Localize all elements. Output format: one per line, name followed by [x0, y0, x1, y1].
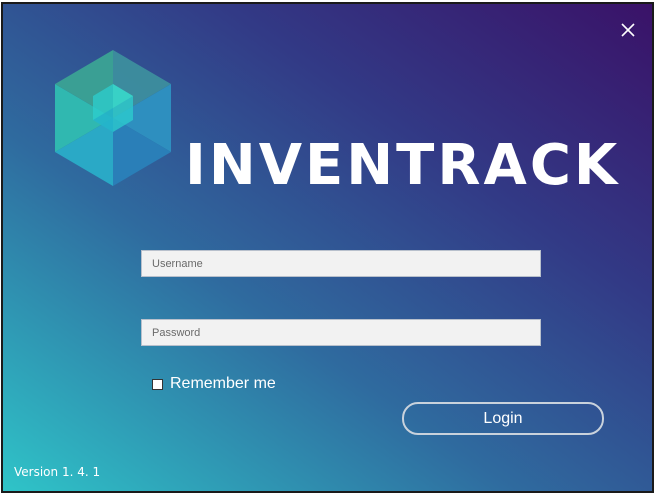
login-button[interactable]: Login: [402, 402, 604, 435]
close-button[interactable]: [616, 18, 640, 42]
close-icon: [621, 23, 635, 37]
app-title: INVENTRACK: [185, 133, 621, 198]
version-label: Version 1. 4. 1: [14, 465, 101, 479]
login-window: INVENTRACK Remember me Login Version 1. …: [1, 2, 654, 493]
remember-me-label: Remember me: [170, 375, 276, 392]
password-input[interactable]: [141, 319, 541, 346]
username-input[interactable]: [141, 250, 541, 277]
remember-me-toggle[interactable]: Remember me: [152, 375, 276, 393]
app-logo-icon: [55, 50, 171, 186]
remember-me-checkbox[interactable]: [152, 378, 163, 390]
